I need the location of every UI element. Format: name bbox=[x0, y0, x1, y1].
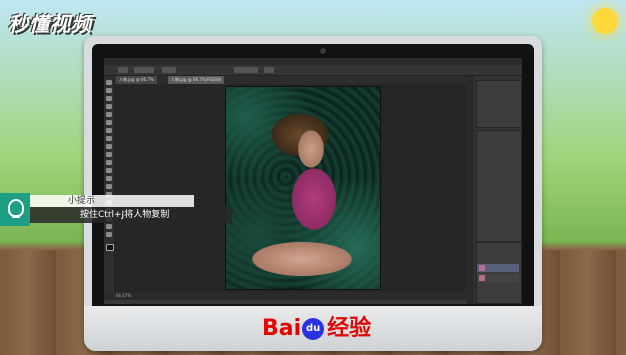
tip-text: 按住Ctrl+J将人物复制 bbox=[80, 210, 170, 220]
options-bar bbox=[104, 65, 522, 76]
zoom-level: 66.67% bbox=[116, 293, 132, 298]
camera-icon bbox=[320, 48, 326, 54]
lasso-tool-icon[interactable] bbox=[106, 96, 112, 101]
menu-bar[interactable] bbox=[104, 58, 522, 65]
document-photo[interactable] bbox=[225, 86, 381, 290]
healing-tool-icon[interactable] bbox=[106, 128, 112, 133]
foreground-color-swatch[interactable] bbox=[106, 244, 114, 251]
gradient-tool-icon[interactable] bbox=[106, 168, 112, 173]
adjustments-panel[interactable] bbox=[476, 80, 522, 128]
right-panels bbox=[466, 76, 522, 304]
tip-title-bar bbox=[30, 195, 194, 207]
scene-background: 秒懂视频 人物.jpg @ 66.7% 人物.jpg @ 66.7%(RGB/8… bbox=[0, 0, 626, 355]
option-dropdown[interactable] bbox=[134, 67, 154, 73]
crop-tool-icon[interactable] bbox=[106, 112, 112, 117]
canvas-area[interactable] bbox=[115, 84, 466, 292]
layer-row-background[interactable] bbox=[477, 274, 519, 282]
sun-icon bbox=[592, 8, 618, 34]
tip-overlay: 小提示 按住Ctrl+J将人物复制 bbox=[0, 193, 232, 235]
baidu-text: Bai bbox=[262, 316, 302, 341]
tool-preset-button[interactable] bbox=[118, 67, 128, 73]
option-field[interactable] bbox=[234, 67, 258, 73]
properties-panel[interactable] bbox=[476, 130, 522, 242]
jingyan-text: 经验 bbox=[327, 316, 372, 341]
monitor-bezel: 人物.jpg @ 66.7% 人物.jpg @ 66.7%(RGB/8) 66.… bbox=[92, 44, 534, 306]
option-toggle-2[interactable] bbox=[264, 67, 274, 73]
baidu-paw-icon: du bbox=[302, 318, 325, 340]
photoshop-window: 人物.jpg @ 66.7% 人物.jpg @ 66.7%(RGB/8) 66.… bbox=[104, 58, 522, 304]
dodge-tool-icon[interactable] bbox=[106, 184, 112, 189]
layer-row-copy[interactable] bbox=[477, 264, 519, 272]
tip-icon-background bbox=[0, 193, 30, 226]
lightbulb-base-icon bbox=[12, 215, 20, 218]
document-tabs: 人物.jpg @ 66.7% 人物.jpg @ 66.7%(RGB/8) bbox=[116, 76, 466, 84]
baidu-jingyan-logo: Bai du 经验 bbox=[262, 316, 371, 342]
tab-document-1[interactable]: 人物.jpg @ 66.7% bbox=[116, 76, 157, 84]
history-brush-tool-icon[interactable] bbox=[106, 152, 112, 157]
option-toggle[interactable] bbox=[162, 67, 176, 73]
layers-panel[interactable] bbox=[476, 242, 522, 304]
tab-document-2[interactable]: 人物.jpg @ 66.7%(RGB/8) bbox=[168, 76, 225, 84]
marquee-tool-icon[interactable] bbox=[106, 88, 112, 93]
brush-tool-icon[interactable] bbox=[106, 136, 112, 141]
stamp-tool-icon[interactable] bbox=[106, 144, 112, 149]
eraser-tool-icon[interactable] bbox=[106, 160, 112, 165]
monitor-chin: Bai du 经验 bbox=[84, 306, 542, 351]
tools-panel bbox=[104, 76, 115, 292]
quick-select-tool-icon[interactable] bbox=[106, 104, 112, 109]
layer-thumbnail bbox=[479, 265, 485, 271]
status-bar: 66.67% bbox=[104, 292, 478, 300]
eyedropper-tool-icon[interactable] bbox=[106, 120, 112, 125]
video-logo: 秒懂视频 bbox=[8, 12, 92, 36]
move-tool-icon[interactable] bbox=[106, 80, 112, 85]
blur-tool-icon[interactable] bbox=[106, 176, 112, 181]
tip-title: 小提示 bbox=[68, 196, 96, 206]
layer-thumbnail bbox=[479, 275, 485, 281]
panel-icon-strip[interactable] bbox=[466, 76, 474, 304]
